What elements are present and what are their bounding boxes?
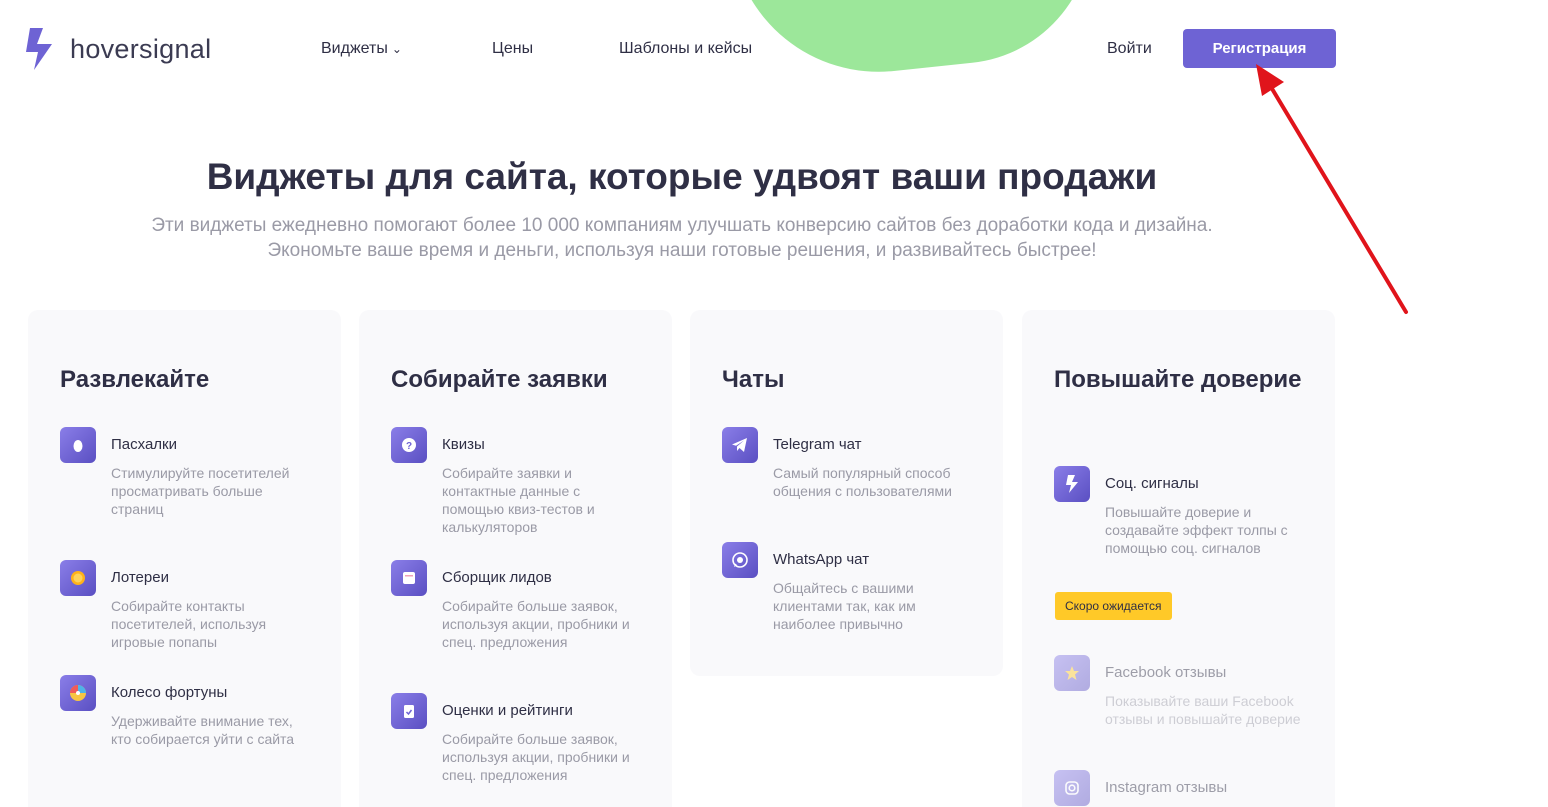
lightning-logo-icon [26, 28, 52, 70]
page-title: Виджеты для сайта, которые удвоят ваши п… [206, 156, 1158, 197]
widget-title: Квизы [442, 436, 485, 453]
widget-title: Facebook отзывы [1105, 664, 1227, 681]
nav-templates[interactable]: Шаблоны и кейсы [619, 40, 752, 58]
lightning-icon [1054, 466, 1090, 502]
widget-desc: Собирайте больше заявок, используя акции… [442, 598, 630, 650]
card-title: Развлекайте [60, 366, 210, 393]
widget-title: Пасхалки [111, 436, 177, 453]
widget-desc: Удерживайте внимание тех, кто собирается… [111, 713, 295, 747]
instagram-icon [1054, 770, 1090, 806]
widget-desc: Общайтесь с вашими клиентами так, как им… [773, 580, 916, 632]
card-title: Повышайте доверие [1054, 366, 1302, 393]
widget-title: Колесо фортуны [111, 684, 228, 701]
widget-title: Telegram чат [773, 436, 862, 453]
card-trust: Повышайте доверие Соц. сигналы Повышайте… [1022, 310, 1335, 807]
card-collect-leads: Собирайте заявки ? Квизы Собирайте заявк… [359, 310, 672, 807]
wheel-icon [60, 675, 96, 711]
logo[interactable]: hoversignal [26, 28, 211, 70]
card-entertain: Развлекайте Пасхалки Стимулируйте посети… [28, 310, 341, 807]
nav-prices[interactable]: Цены [492, 40, 533, 58]
clipboard-icon [391, 693, 427, 729]
widget-desc: Показывайте ваши Facebook отзывы и повыш… [1105, 693, 1301, 727]
login-link[interactable]: Войти [1107, 40, 1152, 58]
coin-icon [60, 560, 96, 596]
register-button[interactable]: Регистрация [1183, 29, 1336, 68]
hero-subtitle: Эти виджеты ежедневно помогают более 10 … [60, 213, 1304, 263]
widget-desc: Собирайте контакты посетителей, использу… [111, 598, 267, 650]
nav-widgets-label: Виджеты [321, 40, 388, 57]
widget-desc: Повышайте доверие и создавайте эффект то… [1105, 504, 1288, 556]
telegram-icon [722, 427, 758, 463]
widget-desc: Собирайте заявки и контактные данные с п… [442, 465, 595, 535]
coming-soon-badge: Скоро ожидается [1055, 592, 1172, 620]
widget-title: Лотереи [111, 569, 169, 586]
widget-desc: Собирайте больше заявок, используя акции… [442, 731, 630, 783]
widget-title: Instagram отзывы [1105, 779, 1228, 796]
form-icon [391, 560, 427, 596]
star-icon [1054, 655, 1090, 691]
svg-text:?: ? [406, 441, 412, 452]
nav-widgets[interactable]: Виджеты ⌄ [321, 40, 402, 58]
hero-subtitle-line: Эти виджеты ежедневно помогают более 10 … [151, 215, 1213, 236]
card-title: Собирайте заявки [391, 366, 608, 393]
egg-icon [60, 427, 96, 463]
widget-title: Оценки и рейтинги [442, 702, 573, 719]
widget-title: Соц. сигналы [1105, 475, 1199, 492]
question-icon: ? [391, 427, 427, 463]
whatsapp-icon [722, 542, 758, 578]
chevron-down-icon: ⌄ [391, 42, 402, 56]
widget-title: WhatsApp чат [773, 551, 870, 568]
widget-desc: Стимулируйте посетителей просматривать б… [111, 465, 290, 517]
site-header: hoversignal Виджеты ⌄ Цены Шаблоны и кейс… [0, 0, 1548, 100]
widget-desc: Самый популярный способ общения с пользо… [773, 465, 952, 499]
card-chats: Чаты Telegram чат Самый популярный спосо… [690, 310, 1003, 676]
logo-text: hoversignal [70, 33, 212, 64]
card-title: Чаты [722, 366, 785, 393]
widget-title: Сборщик лидов [442, 569, 552, 586]
hero-subtitle-line: Экономьте ваше время и деньги, используя… [267, 240, 1097, 261]
